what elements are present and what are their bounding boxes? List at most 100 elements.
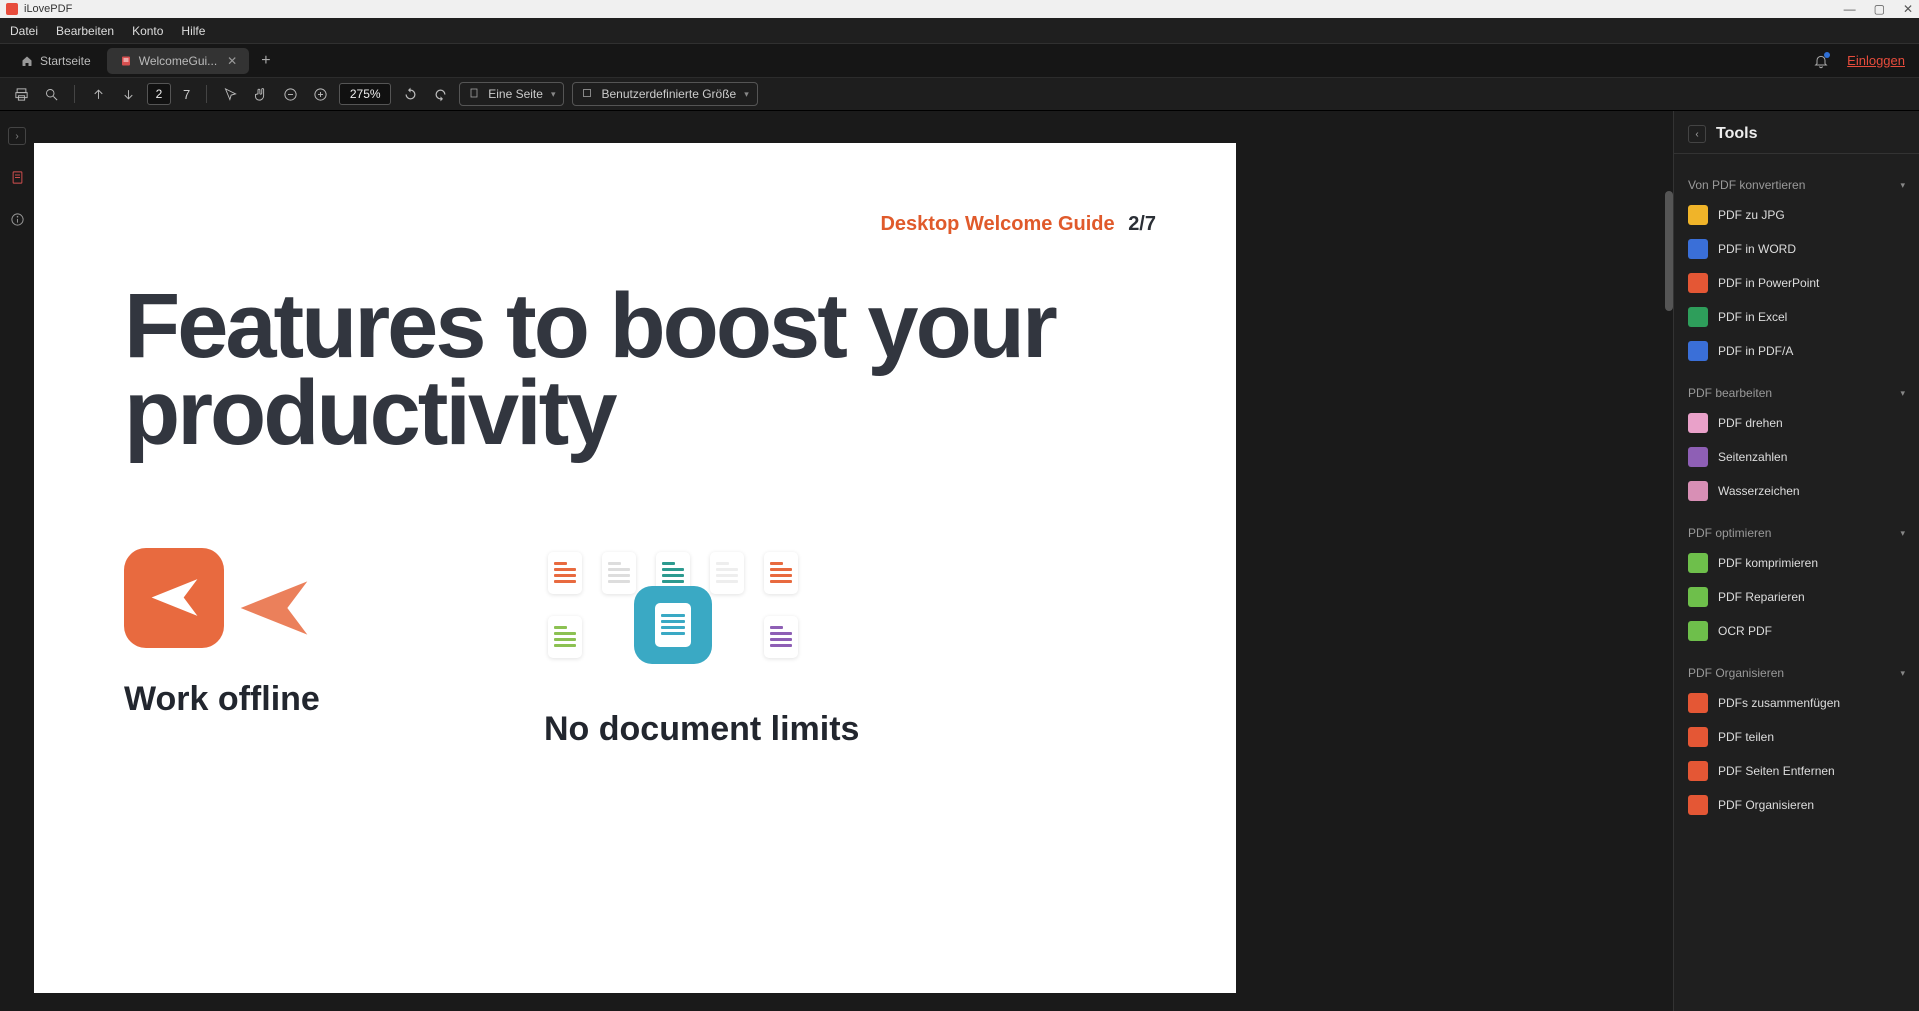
page-size-label: Benutzerdefinierte Größe bbox=[601, 87, 736, 101]
tool-item[interactable]: OCR PDF bbox=[1684, 614, 1909, 648]
app-icon bbox=[6, 3, 18, 15]
tool-icon bbox=[1688, 693, 1708, 713]
close-button[interactable]: ✕ bbox=[1903, 2, 1913, 16]
zoom-out-button[interactable] bbox=[279, 83, 301, 105]
login-link[interactable]: Einloggen bbox=[1847, 53, 1905, 68]
page-up-button[interactable] bbox=[87, 83, 109, 105]
tool-item[interactable]: PDF drehen bbox=[1684, 406, 1909, 440]
tools-section-title: PDF Organisieren bbox=[1688, 666, 1784, 680]
documents-grid-icon bbox=[544, 548, 824, 662]
tools-section-title: Von PDF konvertieren bbox=[1688, 178, 1805, 192]
document-page: Desktop Welcome Guide 2/7 Features to bo… bbox=[34, 143, 1236, 993]
rotate-right-button[interactable] bbox=[429, 83, 451, 105]
chevron-down-icon: ▾ bbox=[551, 89, 556, 100]
menu-hilfe[interactable]: Hilfe bbox=[181, 24, 205, 38]
tab-document[interactable]: WelcomeGui... ✕ bbox=[107, 48, 250, 74]
pdf-icon bbox=[119, 54, 133, 68]
title-bar: iLovePDF — ▢ ✕ bbox=[0, 0, 1919, 18]
expand-sidebar-button[interactable]: › bbox=[8, 127, 26, 145]
tool-item-label: Wasserzeichen bbox=[1718, 484, 1800, 498]
page-number-input[interactable] bbox=[147, 83, 171, 105]
info-button[interactable] bbox=[7, 209, 27, 229]
chevron-down-icon: ▾ bbox=[1900, 528, 1905, 539]
search-button[interactable] bbox=[40, 83, 62, 105]
chevron-down-icon: ▾ bbox=[1900, 668, 1905, 679]
notifications-icon[interactable] bbox=[1813, 53, 1829, 69]
tab-close-icon[interactable]: ✕ bbox=[227, 54, 237, 68]
tool-item[interactable]: Seitenzahlen bbox=[1684, 440, 1909, 474]
hand-tool[interactable] bbox=[249, 83, 271, 105]
tool-item-label: PDF in Excel bbox=[1718, 310, 1787, 324]
tool-item[interactable]: PDF in PDF/A bbox=[1684, 334, 1909, 368]
feature-offline-title: Work offline bbox=[124, 680, 424, 719]
tools-panel: ‹ Tools Von PDF konvertieren▾PDF zu JPGP… bbox=[1673, 111, 1919, 1011]
menu-konto[interactable]: Konto bbox=[132, 24, 163, 38]
menu-bearbeiten[interactable]: Bearbeiten bbox=[56, 24, 114, 38]
tool-icon bbox=[1688, 239, 1708, 259]
tool-item[interactable]: Wasserzeichen bbox=[1684, 474, 1909, 508]
tools-section-title: PDF optimieren bbox=[1688, 526, 1771, 540]
feature-nolimits-title: No document limits bbox=[544, 710, 859, 749]
chevron-down-icon: ▾ bbox=[1900, 180, 1905, 191]
tools-section-header[interactable]: PDF optimieren ▾ bbox=[1684, 520, 1909, 546]
tool-item[interactable]: PDF Reparieren bbox=[1684, 580, 1909, 614]
tab-document-label: WelcomeGui... bbox=[139, 54, 217, 68]
tool-item-label: PDF in PowerPoint bbox=[1718, 276, 1819, 290]
minimize-button[interactable]: — bbox=[1844, 2, 1856, 16]
page-header-num: 2/7 bbox=[1128, 213, 1156, 235]
document-viewer[interactable]: Desktop Welcome Guide 2/7 Features to bo… bbox=[34, 111, 1673, 1011]
tool-icon bbox=[1688, 341, 1708, 361]
zoom-input[interactable] bbox=[339, 83, 391, 105]
tool-item[interactable]: PDF in PowerPoint bbox=[1684, 266, 1909, 300]
chevron-down-icon: ▾ bbox=[1900, 388, 1905, 399]
tab-bar: Startseite WelcomeGui... ✕ + Einloggen bbox=[0, 44, 1919, 77]
tool-item[interactable]: PDF teilen bbox=[1684, 720, 1909, 754]
page-header-title: Desktop Welcome Guide bbox=[880, 213, 1114, 235]
separator bbox=[206, 85, 207, 103]
tool-item[interactable]: PDF in WORD bbox=[1684, 232, 1909, 266]
menu-bar: Datei Bearbeiten Konto Hilfe bbox=[0, 18, 1919, 44]
tools-section-header[interactable]: PDF Organisieren ▾ bbox=[1684, 660, 1909, 686]
tool-icon bbox=[1688, 273, 1708, 293]
tool-item-label: Seitenzahlen bbox=[1718, 450, 1787, 464]
feature-offline: Work offline bbox=[124, 548, 424, 749]
page-layout-dropdown[interactable]: Eine Seite ▾ bbox=[459, 82, 564, 106]
tools-section-header[interactable]: PDF bearbeiten▾ bbox=[1684, 380, 1909, 406]
airplane-ghost-icon bbox=[234, 568, 314, 653]
page-layout-icon bbox=[468, 87, 480, 102]
tool-icon bbox=[1688, 413, 1708, 433]
pointer-tool[interactable] bbox=[219, 83, 241, 105]
page-total-label: 7 bbox=[179, 87, 194, 102]
tool-item-label: PDF komprimieren bbox=[1718, 556, 1818, 570]
collapse-tools-button[interactable]: ‹ bbox=[1688, 125, 1706, 143]
tool-item[interactable]: PDFs zusammenfügen bbox=[1684, 686, 1909, 720]
tool-item[interactable]: PDF komprimieren bbox=[1684, 546, 1909, 580]
rotate-left-button[interactable] bbox=[399, 83, 421, 105]
tool-icon bbox=[1688, 761, 1708, 781]
tool-icon bbox=[1688, 481, 1708, 501]
feature-nolimits: No document limits bbox=[544, 548, 859, 749]
chevron-down-icon: ▾ bbox=[744, 89, 749, 100]
tool-item[interactable]: PDF Seiten Entfernen bbox=[1684, 754, 1909, 788]
page-size-icon bbox=[581, 87, 593, 102]
app-title: iLovePDF bbox=[24, 3, 72, 15]
tools-title: Tools bbox=[1716, 125, 1757, 143]
thumbnails-button[interactable] bbox=[7, 167, 27, 187]
tool-icon bbox=[1688, 307, 1708, 327]
tab-home[interactable]: Startseite bbox=[8, 48, 103, 74]
menu-datei[interactable]: Datei bbox=[10, 24, 38, 38]
print-button[interactable] bbox=[10, 83, 32, 105]
tools-section-header[interactable]: Von PDF konvertieren ▾ bbox=[1684, 172, 1909, 198]
zoom-in-button[interactable] bbox=[309, 83, 331, 105]
page-size-dropdown[interactable]: Benutzerdefinierte Größe ▾ bbox=[572, 82, 757, 106]
notification-dot bbox=[1824, 52, 1830, 58]
tool-item[interactable]: PDF Organisieren bbox=[1684, 788, 1909, 822]
scrollbar[interactable] bbox=[1665, 191, 1673, 311]
tool-item-label: PDFs zusammenfügen bbox=[1718, 696, 1840, 710]
page-down-button[interactable] bbox=[117, 83, 139, 105]
maximize-button[interactable]: ▢ bbox=[1874, 2, 1885, 16]
tool-item-label: PDF teilen bbox=[1718, 730, 1774, 744]
add-tab-button[interactable]: + bbox=[253, 52, 278, 70]
tool-item[interactable]: PDF in Excel bbox=[1684, 300, 1909, 334]
tool-item[interactable]: PDF zu JPG bbox=[1684, 198, 1909, 232]
